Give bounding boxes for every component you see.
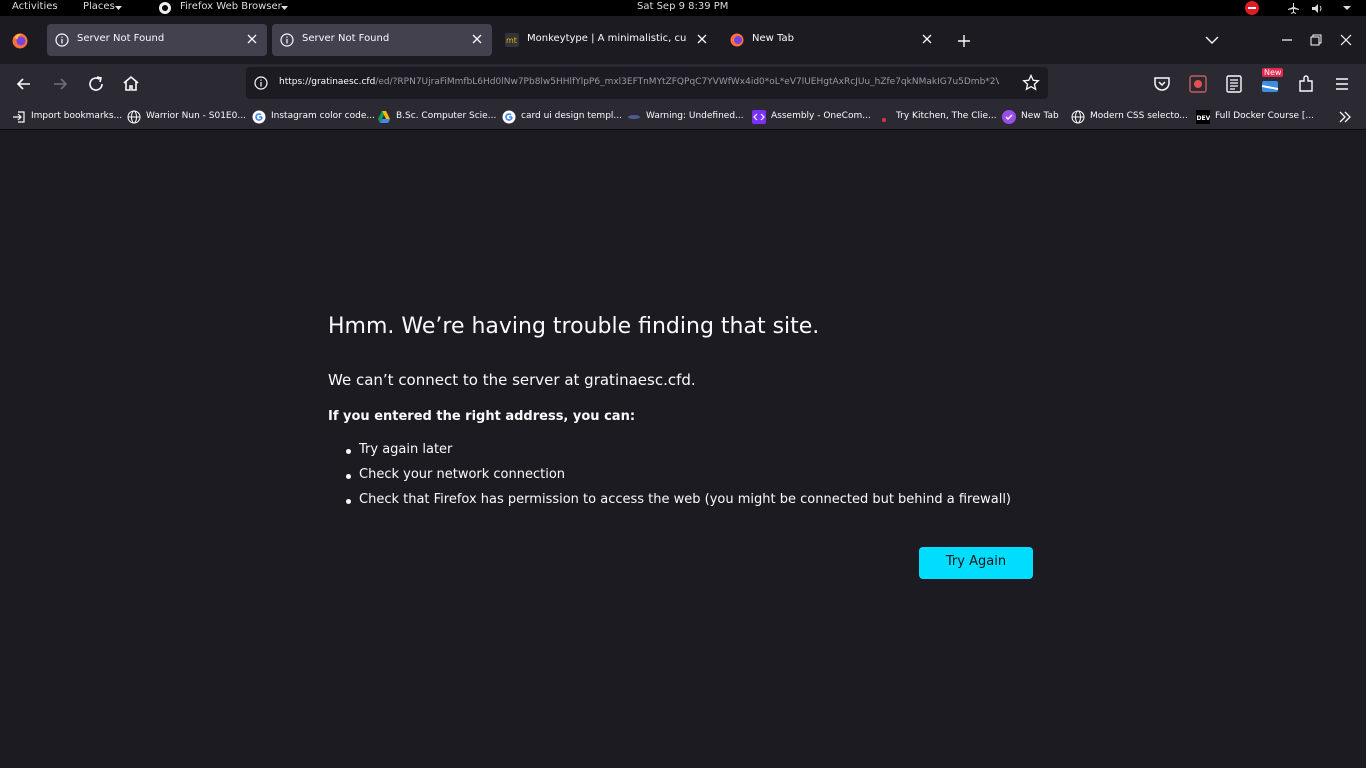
url-text[interactable]: https://gratinaesc.cfd/ed/?RPN7UjraFiMmf… xyxy=(279,77,999,87)
clock[interactable]: Sat Sep 9 8:39 PM xyxy=(637,1,728,12)
tab-bar: Server Not Found Server Not Found mt Mon… xyxy=(0,16,1366,64)
bookmark-modern-css[interactable]: Modern CSS selecto... xyxy=(1071,110,1189,124)
google-icon xyxy=(252,110,266,124)
globe-icon xyxy=(127,110,141,124)
tab-label: Monkeytype | A minimalistic, customizab xyxy=(527,33,687,44)
system-top-bar: Activities Places Firefox Web Browser Sa… xyxy=(0,0,1366,16)
code-icon xyxy=(752,110,766,124)
more-bookmarks-chevron-icon[interactable] xyxy=(1338,110,1352,124)
airplane-mode-icon[interactable] xyxy=(1288,3,1299,14)
error-page: Hmm. We’re having trouble finding that s… xyxy=(0,131,1366,768)
new-tab-icon[interactable] xyxy=(957,34,971,48)
info-icon xyxy=(55,33,69,47)
tab-new-tab[interactable]: New Tab xyxy=(722,24,942,56)
places-chevron-icon xyxy=(115,6,122,10)
home-icon[interactable] xyxy=(119,72,143,96)
monkeytype-icon: mt xyxy=(505,33,519,47)
drive-icon xyxy=(378,111,390,123)
places-menu[interactable]: Places xyxy=(83,1,115,12)
firefox-icon xyxy=(730,33,744,47)
screen-recorder-icon[interactable] xyxy=(1186,72,1210,96)
bookmark-import[interactable]: Import bookmarks... xyxy=(12,110,122,124)
tab-label: New Tab xyxy=(752,33,794,44)
extensions-puzzle-icon[interactable] xyxy=(1294,72,1318,96)
info-icon xyxy=(280,33,294,47)
close-tab-icon[interactable] xyxy=(920,32,934,46)
back-arrow-icon[interactable] xyxy=(12,72,36,96)
close-window-icon[interactable] xyxy=(1340,34,1352,46)
error-title: Hmm. We’re having trouble finding that s… xyxy=(328,314,820,339)
navigation-toolbar: https://gratinaesc.cfd/ed/?RPN7UjraFiMmf… xyxy=(0,64,1366,104)
kitchen-icon xyxy=(882,118,886,122)
list-all-tabs-chevron-icon[interactable] xyxy=(1205,35,1219,45)
tab-monkeytype[interactable]: mt Monkeytype | A minimalistic, customiz… xyxy=(497,24,717,56)
bookmark-label: B.Sc. Computer Scie... xyxy=(396,111,497,121)
bookmark-full-docker[interactable]: DEV Full Docker Course [... xyxy=(1196,110,1318,124)
new-badge: New xyxy=(1262,68,1284,77)
bookmark-bsc-computer[interactable]: B.Sc. Computer Scie... xyxy=(377,110,497,124)
site-info-icon[interactable] xyxy=(254,76,268,90)
tab-label: Server Not Found xyxy=(302,33,390,44)
close-tab-icon[interactable] xyxy=(695,32,709,46)
bookmark-label: Full Docker Course [... xyxy=(1215,111,1314,121)
bookmark-label: Assembly - OneCom... xyxy=(771,111,871,121)
suggestion-heading: If you entered the right address, you ca… xyxy=(328,409,636,424)
import-icon xyxy=(13,111,25,123)
pocket-icon[interactable] xyxy=(1150,72,1174,96)
bookmark-label: Warrior Nun - S01E0... xyxy=(146,111,246,121)
system-menu-chevron-icon[interactable] xyxy=(1343,6,1351,11)
activities-button[interactable]: Activities xyxy=(12,1,58,12)
bookmark-warning-undefined[interactable]: Warning: Undefined... xyxy=(627,110,745,124)
reader-view-icon[interactable] xyxy=(1222,72,1246,96)
bookmark-try-kitchen[interactable]: Try Kitchen, The Clie... xyxy=(877,110,997,124)
bookmarks-toolbar: Import bookmarks... Warrior Nun - S01E0.… xyxy=(0,104,1366,130)
bookmark-label: Modern CSS selecto... xyxy=(1090,111,1188,121)
tab-server-not-found-1[interactable]: Server Not Found xyxy=(47,24,267,56)
address-bar[interactable]: https://gratinaesc.cfd/ed/?RPN7UjraFiMmf… xyxy=(246,67,1048,99)
error-message: We can’t connect to the server at gratin… xyxy=(328,371,696,389)
url-domain: https://gratinaesc.cfd xyxy=(279,77,376,87)
firefox-app-icon xyxy=(159,2,171,14)
app-menu[interactable]: Firefox Web Browser xyxy=(180,1,282,12)
extension-button-new[interactable]: New xyxy=(1258,68,1284,96)
firefox-view-icon[interactable] xyxy=(12,33,28,49)
dev-icon: DEV xyxy=(1196,110,1210,124)
bookmark-assembly-onecompiler[interactable]: Assembly - OneCom... xyxy=(752,110,871,124)
url-path: /ed/?RPN7UjraFiMmfbL6Hd0lNw7Pb8lw5HHlfYl… xyxy=(375,77,999,87)
bookmark-instagram-color[interactable]: Instagram color code... xyxy=(252,110,375,124)
forward-arrow-icon[interactable] xyxy=(48,72,72,96)
purple-icon xyxy=(1002,110,1016,124)
close-tab-icon[interactable] xyxy=(470,32,484,46)
bookmark-star-icon[interactable] xyxy=(1022,74,1040,92)
bookmark-label: New Tab xyxy=(1021,111,1059,121)
google-icon xyxy=(502,110,516,124)
php-icon xyxy=(628,115,640,119)
app-menu-chevron-icon xyxy=(281,6,288,10)
tab-server-not-found-2[interactable]: Server Not Found xyxy=(272,24,492,56)
do-not-disturb-icon[interactable] xyxy=(1245,1,1259,15)
globe-icon xyxy=(1071,110,1085,124)
suggestion-item: Check your network connection xyxy=(345,467,566,482)
try-again-button[interactable]: Try Again xyxy=(919,547,1033,579)
volume-icon[interactable] xyxy=(1312,3,1323,14)
minimize-icon[interactable] xyxy=(1281,34,1293,46)
bookmark-label: Import bookmarks... xyxy=(31,111,123,121)
suggestion-item: Check that Firefox has permission to acc… xyxy=(345,492,1012,507)
reload-icon[interactable] xyxy=(84,72,108,96)
restore-icon[interactable] xyxy=(1310,34,1322,46)
bookmark-label: Try Kitchen, The Clie... xyxy=(896,111,997,121)
bookmark-new-tab[interactable]: New Tab xyxy=(1002,110,1066,124)
svg-text:DEV: DEV xyxy=(1197,115,1211,122)
hamburger-menu-icon[interactable] xyxy=(1330,72,1354,96)
bookmark-label: Warning: Undefined... xyxy=(646,111,744,121)
bookmark-card-ui[interactable]: card ui design templ... xyxy=(502,110,622,124)
close-tab-icon[interactable] xyxy=(245,32,259,46)
suggestion-item: Try again later xyxy=(345,442,453,457)
bookmark-label: Instagram color code... xyxy=(271,111,375,121)
bookmark-warrior-nun[interactable]: Warrior Nun - S01E0... xyxy=(127,110,246,124)
svg-text:mt: mt xyxy=(506,36,517,45)
bookmark-label: card ui design templ... xyxy=(521,111,622,121)
tab-label: Server Not Found xyxy=(77,33,165,44)
